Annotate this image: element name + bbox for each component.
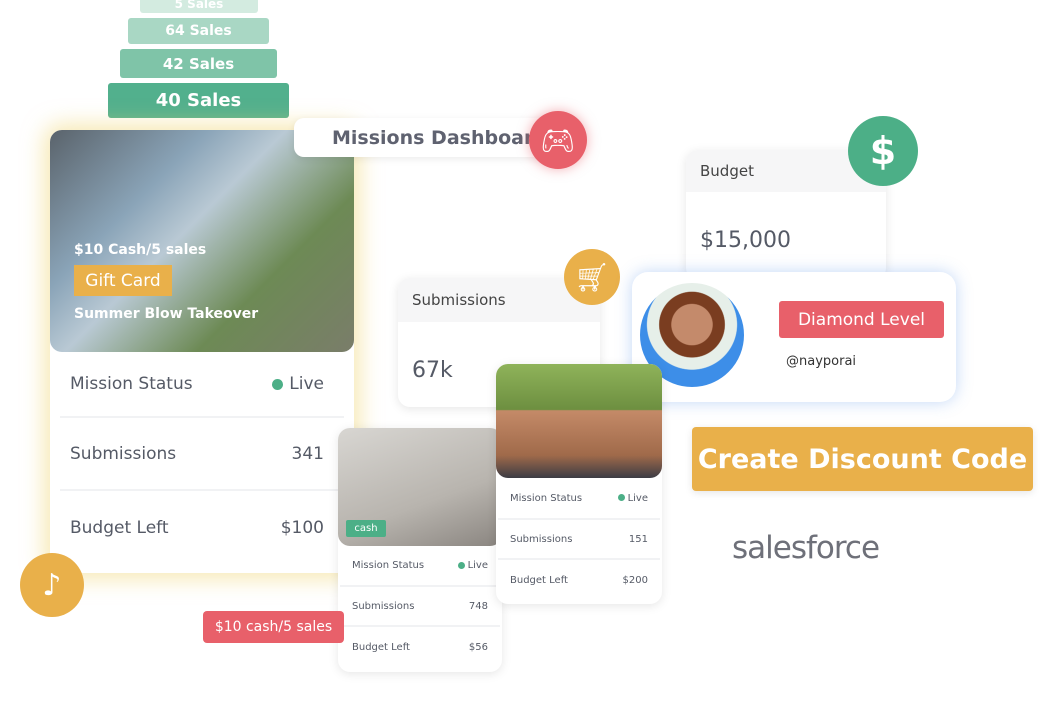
cart-icon: 🛒︎ [564,249,620,305]
sales-bar-2: 64 Sales [128,18,269,44]
gift-card-badge: Gift Card [74,265,172,296]
missions-dashboard-pill[interactable]: Missions Dashboard [294,118,560,157]
mission-photo: $10 Cash/5 sales Gift Card Summer Blow T… [50,130,354,352]
profile-card: Diamond Level @nayporai [632,272,956,402]
gamepad-icon: 🎮︎ [529,111,587,169]
mission-card-shoes[interactable]: cash Mission Status Live Submissions 748 B… [338,428,502,672]
sales-bar-1: 5 Sales [140,0,258,13]
sales-bar-4: 40 Sales [108,83,289,118]
cash-badge: cash [346,520,386,537]
sales-bar-3: 42 Sales [120,49,277,78]
dollar-icon: $ [848,116,918,186]
mission-title: Summer Blow Takeover [74,306,259,322]
tiktok-icon: ♪ [20,553,84,617]
diamond-level-badge: Diamond Level [779,301,944,338]
cash-sales-badge: $10 cash/5 sales [203,611,344,643]
row-mission-status: Mission Status Live [60,352,344,418]
status-live: Live [272,374,324,394]
row-submissions: Submissions 341 [60,418,344,491]
mission-card-man[interactable]: Mission Status Live Submissions 151 Budget… [496,364,662,604]
shoes-photo: cash [338,428,502,546]
row-budget-left: Budget Left $100 [70,517,324,538]
cash-text: $10 Cash/5 sales [74,242,207,258]
user-handle: @nayporai [786,354,857,369]
salesforce-logo: salesforce [732,530,880,566]
main-mission-card[interactable]: $10 Cash/5 sales Gift Card Summer Blow T… [50,130,354,573]
create-discount-code-button[interactable]: Create Discount Code [692,427,1033,491]
man-photo [496,364,662,478]
